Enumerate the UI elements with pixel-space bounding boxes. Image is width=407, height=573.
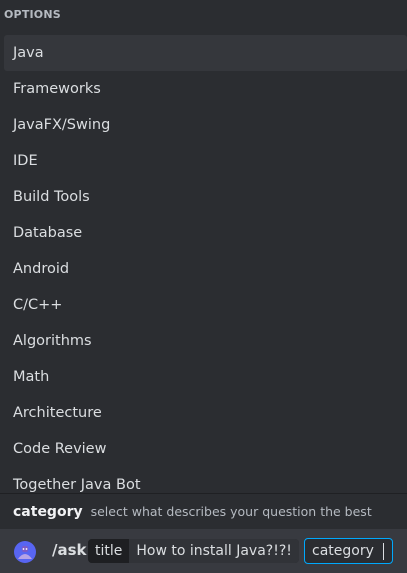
option-c-cpp[interactable]: C/C++ — [4, 287, 407, 323]
option-javafx-swing[interactable]: JavaFX/Swing — [4, 107, 407, 143]
pill-label: title — [88, 539, 130, 563]
option-architecture[interactable]: Architecture — [4, 395, 407, 431]
option-together-java-bot[interactable]: Together Java Bot — [4, 467, 407, 493]
param-name: category — [13, 503, 83, 520]
option-pill-title[interactable]: title How to install Java?!?! — [88, 539, 299, 563]
text-cursor — [383, 543, 384, 560]
command-bar: /ask title How to install Java?!?! categ… — [0, 529, 407, 573]
option-math[interactable]: Math — [4, 359, 407, 395]
option-code-review[interactable]: Code Review — [4, 431, 407, 467]
command-name: /ask — [52, 541, 87, 559]
parameter-hint: category select what describes your ques… — [0, 493, 407, 529]
option-ide[interactable]: IDE — [4, 143, 407, 179]
option-android[interactable]: Android — [4, 251, 407, 287]
option-frameworks[interactable]: Frameworks — [4, 71, 407, 107]
bot-avatar-icon — [14, 541, 36, 563]
param-description: select what describes your question the … — [90, 504, 372, 519]
option-database[interactable]: Database — [4, 215, 407, 251]
active-option-label: category — [312, 543, 374, 559]
autocomplete-popup: OPTIONS Java Frameworks JavaFX/Swing IDE… — [0, 0, 407, 529]
pill-value: How to install Java?!?! — [129, 539, 299, 563]
active-option-input[interactable]: category — [304, 538, 393, 564]
option-java[interactable]: Java — [4, 35, 407, 71]
options-list: Java Frameworks JavaFX/Swing IDE Build T… — [4, 35, 407, 493]
options-header: OPTIONS — [4, 8, 61, 21]
option-build-tools[interactable]: Build Tools — [4, 179, 407, 215]
option-algorithms[interactable]: Algorithms — [4, 323, 407, 359]
